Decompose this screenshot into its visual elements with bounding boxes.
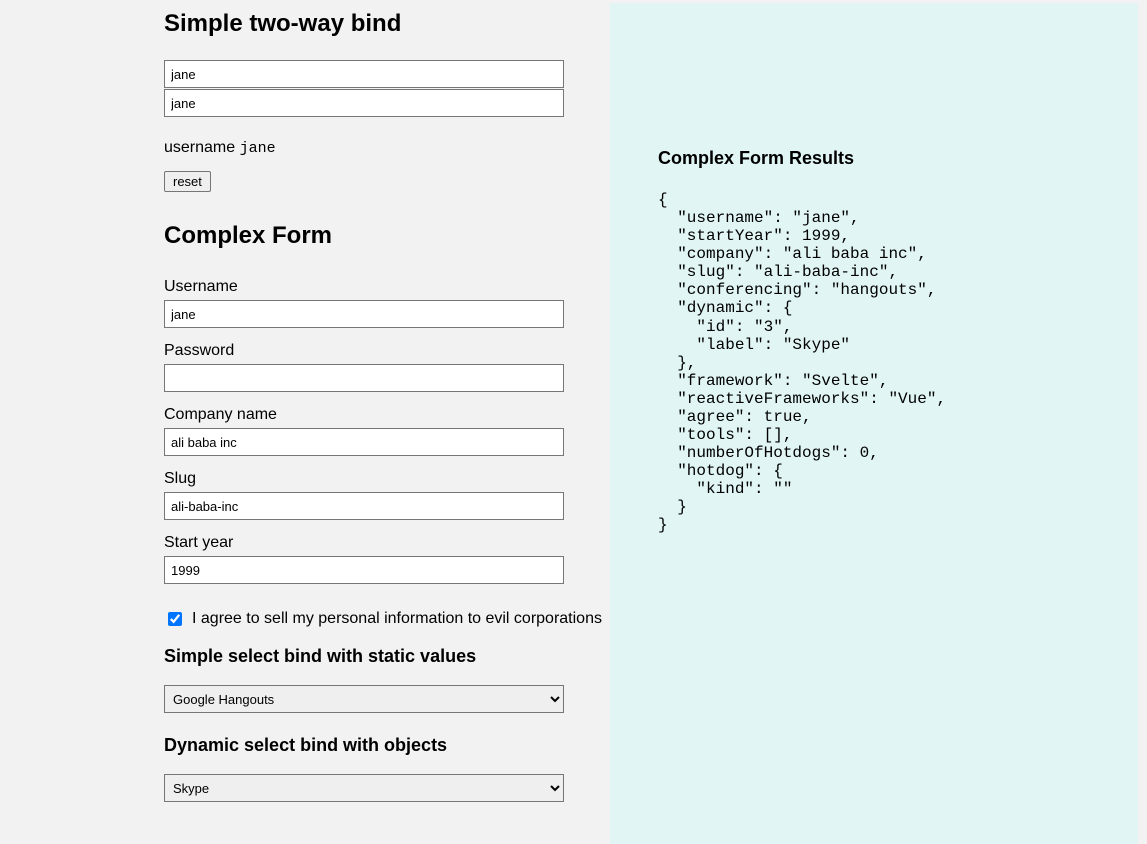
startyear-input[interactable]	[164, 556, 564, 584]
startyear-field-label: Start year	[164, 534, 610, 552]
username-field-label: Username	[164, 278, 610, 296]
agree-label: I agree to sell my personal information …	[192, 610, 602, 628]
complex-form-heading: Complex Form	[164, 222, 610, 250]
simple-select-heading: Simple select bind with static values	[164, 646, 610, 667]
simple-input-2[interactable]	[164, 89, 564, 117]
simple-bind-heading: Simple two-way bind	[164, 10, 610, 38]
username-display: username jane	[164, 139, 610, 157]
username-input[interactable]	[164, 300, 564, 328]
dynamic-select[interactable]: Skype	[164, 774, 564, 802]
results-json: { "username": "jane", "startYear": 1999,…	[658, 191, 1138, 534]
slug-field-label: Slug	[164, 470, 610, 488]
password-input[interactable]	[164, 364, 564, 392]
simple-input-1[interactable]	[164, 60, 564, 88]
results-heading: Complex Form Results	[658, 148, 1138, 169]
agree-checkbox[interactable]	[168, 612, 182, 626]
reset-button[interactable]: reset	[164, 171, 211, 192]
company-field-label: Company name	[164, 406, 610, 424]
simple-select[interactable]: Google Hangouts	[164, 685, 564, 713]
company-input[interactable]	[164, 428, 564, 456]
username-value: jane	[240, 140, 276, 157]
dynamic-select-heading: Dynamic select bind with objects	[164, 735, 610, 756]
password-field-label: Password	[164, 342, 610, 360]
username-label: username	[164, 139, 235, 156]
slug-input[interactable]	[164, 492, 564, 520]
